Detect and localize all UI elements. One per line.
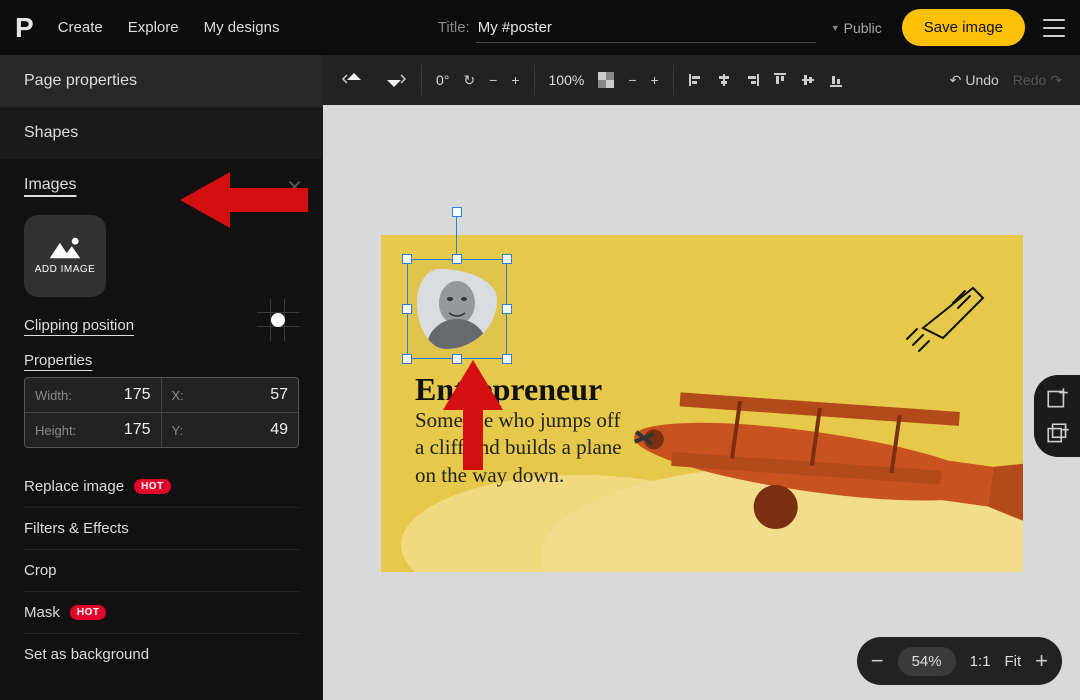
opacity-minus[interactable]: −: [628, 72, 636, 88]
action-filters-effects[interactable]: Filters & Effects: [24, 508, 299, 550]
opacity-value: 100%: [549, 72, 585, 88]
zoom-ratio-button[interactable]: 1:1: [970, 653, 991, 670]
transparency-icon[interactable]: [598, 72, 614, 88]
title-label: Title:: [438, 19, 470, 36]
rotation-handle[interactable]: [452, 207, 462, 217]
handle-n[interactable]: [452, 254, 462, 264]
canvas-area: 0° ↻ − + 100% − + ↶ Un: [323, 55, 1080, 700]
align-top-icon[interactable]: [772, 72, 788, 88]
zoom-in-button[interactable]: +: [1035, 650, 1048, 672]
layer-down-icon[interactable]: [381, 71, 407, 89]
add-layer-icon[interactable]: [1045, 385, 1071, 411]
redo-button[interactable]: Redo ↷: [1013, 72, 1062, 89]
rotate-icon[interactable]: ↻: [463, 72, 475, 89]
alignment-tools: [688, 72, 844, 88]
action-mask[interactable]: MaskHOT: [24, 592, 299, 634]
selection-frame: [407, 259, 507, 359]
floating-panel: [1034, 375, 1080, 457]
nav-create[interactable]: Create: [58, 19, 103, 36]
opacity-plus[interactable]: +: [651, 72, 659, 88]
handle-sw[interactable]: [402, 354, 412, 364]
align-center-v-icon[interactable]: [800, 72, 816, 88]
layer-up-icon[interactable]: [341, 71, 367, 89]
annotation-arrow-left: [180, 170, 310, 230]
menu-icon[interactable]: [1043, 19, 1065, 37]
annotation-arrow-up: [423, 360, 523, 480]
properties-grid: Width:175 X:57 Height:175 Y:49: [24, 377, 299, 448]
hot-badge: HOT: [70, 605, 107, 620]
rotation-line: [456, 217, 457, 259]
canvas-stage[interactable]: Entrepreneur Someone who jumps off a cli…: [323, 105, 1080, 700]
action-replace-image[interactable]: Replace imageHOT: [24, 466, 299, 508]
accordion-page-properties[interactable]: Page properties: [0, 55, 323, 107]
handle-w[interactable]: [402, 304, 412, 314]
prop-width[interactable]: Width:175: [25, 378, 162, 413]
align-right-icon[interactable]: [744, 72, 760, 88]
visibility-toggle[interactable]: ▼ Public: [831, 20, 882, 36]
sidebar: Page properties Shapes Images ✕ ADD IMAG…: [0, 55, 323, 700]
align-center-h-icon[interactable]: [716, 72, 732, 88]
handle-e[interactable]: [502, 304, 512, 314]
zoom-out-button[interactable]: −: [871, 650, 884, 672]
align-left-icon[interactable]: [688, 72, 704, 88]
properties-heading: Properties: [24, 352, 299, 369]
rotation-plus[interactable]: +: [511, 72, 519, 88]
action-crop[interactable]: Crop: [24, 550, 299, 592]
chevron-down-icon: ▼: [831, 23, 840, 33]
zoom-control: − 54% 1:1 Fit +: [857, 637, 1062, 685]
visibility-label: Public: [844, 20, 882, 36]
clipping-position-heading: Clipping position: [24, 317, 134, 334]
title-input[interactable]: [476, 13, 816, 43]
brand-logo[interactable]: P: [15, 12, 33, 44]
undo-button[interactable]: ↶ Undo: [950, 72, 999, 89]
action-set-as-background[interactable]: Set as background: [24, 634, 299, 675]
save-image-button[interactable]: Save image: [902, 9, 1025, 46]
handle-nw[interactable]: [402, 254, 412, 264]
rotation-value: 0°: [436, 72, 449, 88]
prop-x[interactable]: X:57: [162, 378, 299, 413]
nav-explore[interactable]: Explore: [128, 19, 179, 36]
zoom-fit-button[interactable]: Fit: [1004, 653, 1021, 670]
handle-ne[interactable]: [502, 254, 512, 264]
accordion-shapes[interactable]: Shapes: [0, 107, 323, 159]
prop-height[interactable]: Height:175: [25, 413, 162, 447]
nav-my-designs[interactable]: My designs: [204, 19, 280, 36]
rotation-minus[interactable]: −: [489, 72, 497, 88]
accordion-images-label: Images: [24, 176, 76, 193]
align-bottom-icon[interactable]: [828, 72, 844, 88]
zoom-value[interactable]: 54%: [898, 647, 956, 676]
add-image-button[interactable]: ADD IMAGE: [24, 215, 106, 297]
canvas-toolbar: 0° ↻ − + 100% − + ↶ Un: [323, 55, 1080, 105]
plane-outline-icon: [903, 273, 993, 353]
selection-group: [381, 207, 497, 323]
prop-y[interactable]: Y:49: [162, 413, 299, 447]
add-image-label: ADD IMAGE: [35, 264, 96, 276]
duplicate-icon[interactable]: [1045, 421, 1071, 447]
hot-badge: HOT: [134, 479, 171, 494]
clipping-position-grid[interactable]: [257, 299, 299, 341]
top-bar: P Create Explore My designs Title: ▼ Pub…: [0, 0, 1080, 55]
mountain-icon: [48, 236, 82, 260]
